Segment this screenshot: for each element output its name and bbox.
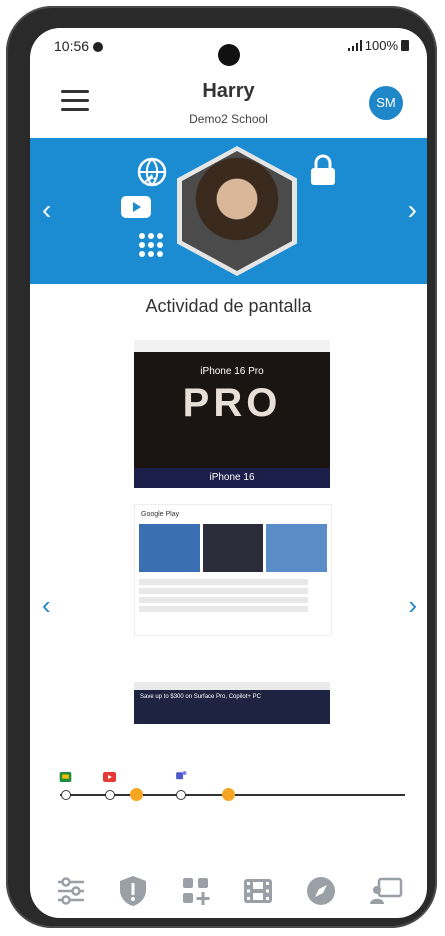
screenshot-google-play[interactable]: Google Play [134, 504, 332, 636]
battery-percent: 100% [364, 38, 398, 53]
shot1-big-text: PRO [182, 381, 282, 425]
activity-timeline [59, 768, 405, 808]
timeline-marker[interactable] [222, 788, 235, 801]
compass-icon[interactable] [304, 874, 338, 908]
screen: 10:56 100% Harry Demo2 School SM ‹ › Act… [30, 28, 427, 918]
timeline-marker[interactable] [130, 788, 143, 801]
status-bar: 10:56 100% [30, 28, 427, 68]
timeline-node[interactable] [61, 790, 71, 800]
screenshots-next-button[interactable]: › [408, 590, 417, 621]
screen-activity-title: Actividad de pantalla [145, 296, 312, 316]
student-name: Harry [202, 80, 255, 102]
bottom-navigation [30, 870, 427, 914]
phone-frame: 10:56 100% Harry Demo2 School SM ‹ › Act… [6, 6, 437, 928]
notification-icon [93, 42, 104, 52]
banner-next-button[interactable]: › [408, 194, 417, 226]
app-header: Harry Demo2 School SM [30, 68, 427, 136]
google-classroom-icon [59, 772, 72, 782]
signal-icon [347, 40, 362, 51]
screenshot-microsoft[interactable]: Save up to $300 on Surface Pro, Copilot+… [134, 682, 330, 724]
lock-icon [311, 154, 335, 185]
timeline-node[interactable] [105, 790, 115, 800]
battery-icon [401, 40, 409, 51]
shot2-tile [139, 524, 200, 572]
status-time-text: 10:56 [54, 38, 90, 54]
shot1-footer: iPhone 16 [134, 468, 330, 488]
camera-hole [218, 44, 240, 66]
banner-prev-button[interactable]: ‹ [42, 194, 51, 226]
teams-icon [176, 771, 187, 780]
battery-status: 100% [347, 38, 409, 53]
shot2-tile [266, 524, 328, 572]
apps-grid-icon [139, 233, 163, 257]
student-banner: ‹ › [30, 138, 427, 284]
shot3-text: Save up to $300 on Surface Pro, Copilot+… [140, 694, 261, 700]
status-time: 10:56 [54, 38, 104, 54]
student-photo [177, 146, 297, 276]
shield-alert-icon[interactable] [116, 874, 150, 908]
youtube-icon [121, 196, 151, 218]
shot1-heading: iPhone 16 Pro [200, 366, 264, 377]
film-icon[interactable] [241, 874, 275, 908]
timeline-node[interactable] [176, 790, 186, 800]
school-name: Demo2 School [189, 112, 268, 126]
screenshot-apple[interactable]: iPhone 16 Pro PRO iPhone 16 [134, 340, 330, 488]
filters-icon[interactable] [54, 874, 88, 908]
presentation-icon[interactable] [369, 874, 403, 908]
youtube-icon [103, 772, 116, 782]
screenshots-prev-button[interactable]: ‹ [42, 590, 51, 621]
shot2-tile [202, 524, 264, 572]
user-avatar[interactable]: SM [369, 86, 403, 120]
globe-cursor-icon [137, 157, 167, 187]
add-apps-icon[interactable] [179, 874, 213, 908]
shot2-title: Google Play [141, 511, 180, 518]
